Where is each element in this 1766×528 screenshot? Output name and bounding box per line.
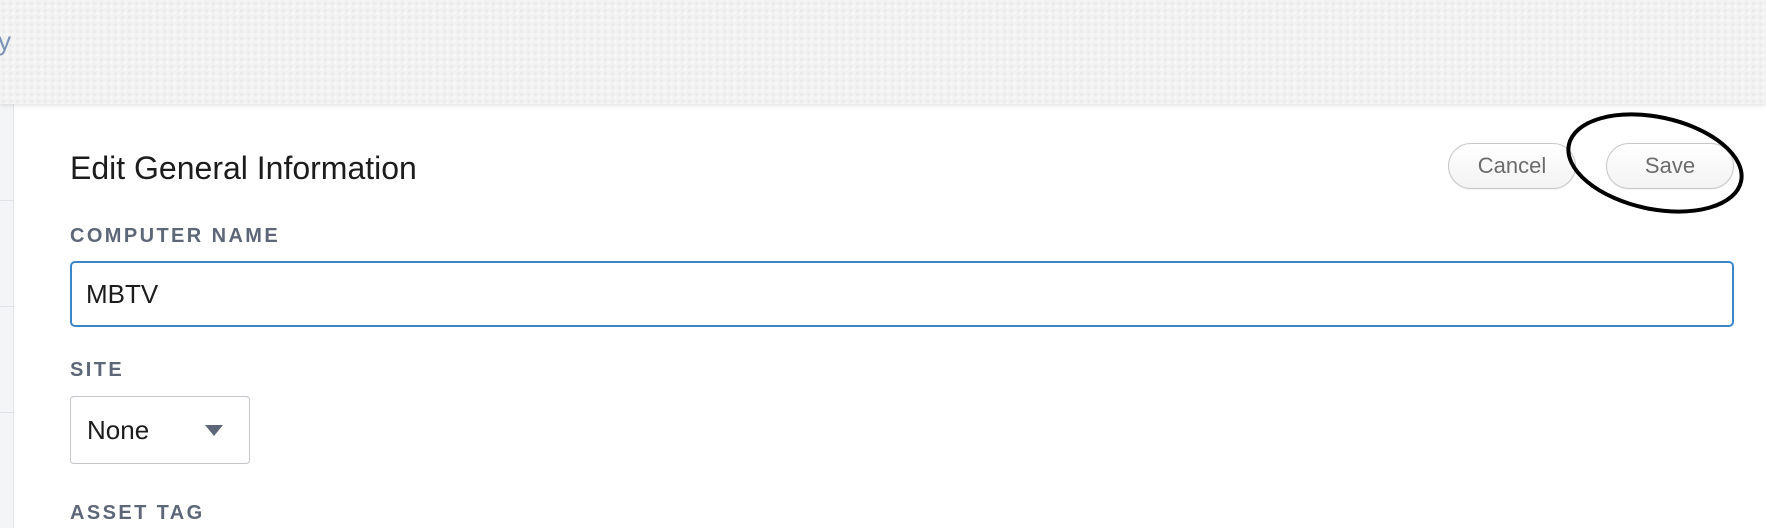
- top-header-bar: y: [0, 0, 1766, 104]
- page-title: Edit General Information: [70, 150, 417, 186]
- left-sidebar-edge: [0, 104, 14, 528]
- computer-name-label: COMPUTER NAME: [70, 225, 281, 247]
- computer-name-input[interactable]: [70, 261, 1734, 327]
- breadcrumb-link[interactable]: y: [0, 26, 11, 57]
- chevron-down-icon: [205, 425, 223, 436]
- asset-tag-label: ASSET TAG: [70, 502, 205, 524]
- sidebar-divider: [0, 306, 13, 307]
- sidebar-divider: [0, 200, 13, 201]
- site-label: SITE: [70, 359, 125, 381]
- site-select[interactable]: None: [70, 396, 250, 464]
- save-button[interactable]: Save: [1606, 143, 1734, 189]
- cancel-button[interactable]: Cancel: [1448, 143, 1576, 189]
- site-select-value: None: [87, 415, 150, 445]
- sidebar-divider: [0, 412, 13, 413]
